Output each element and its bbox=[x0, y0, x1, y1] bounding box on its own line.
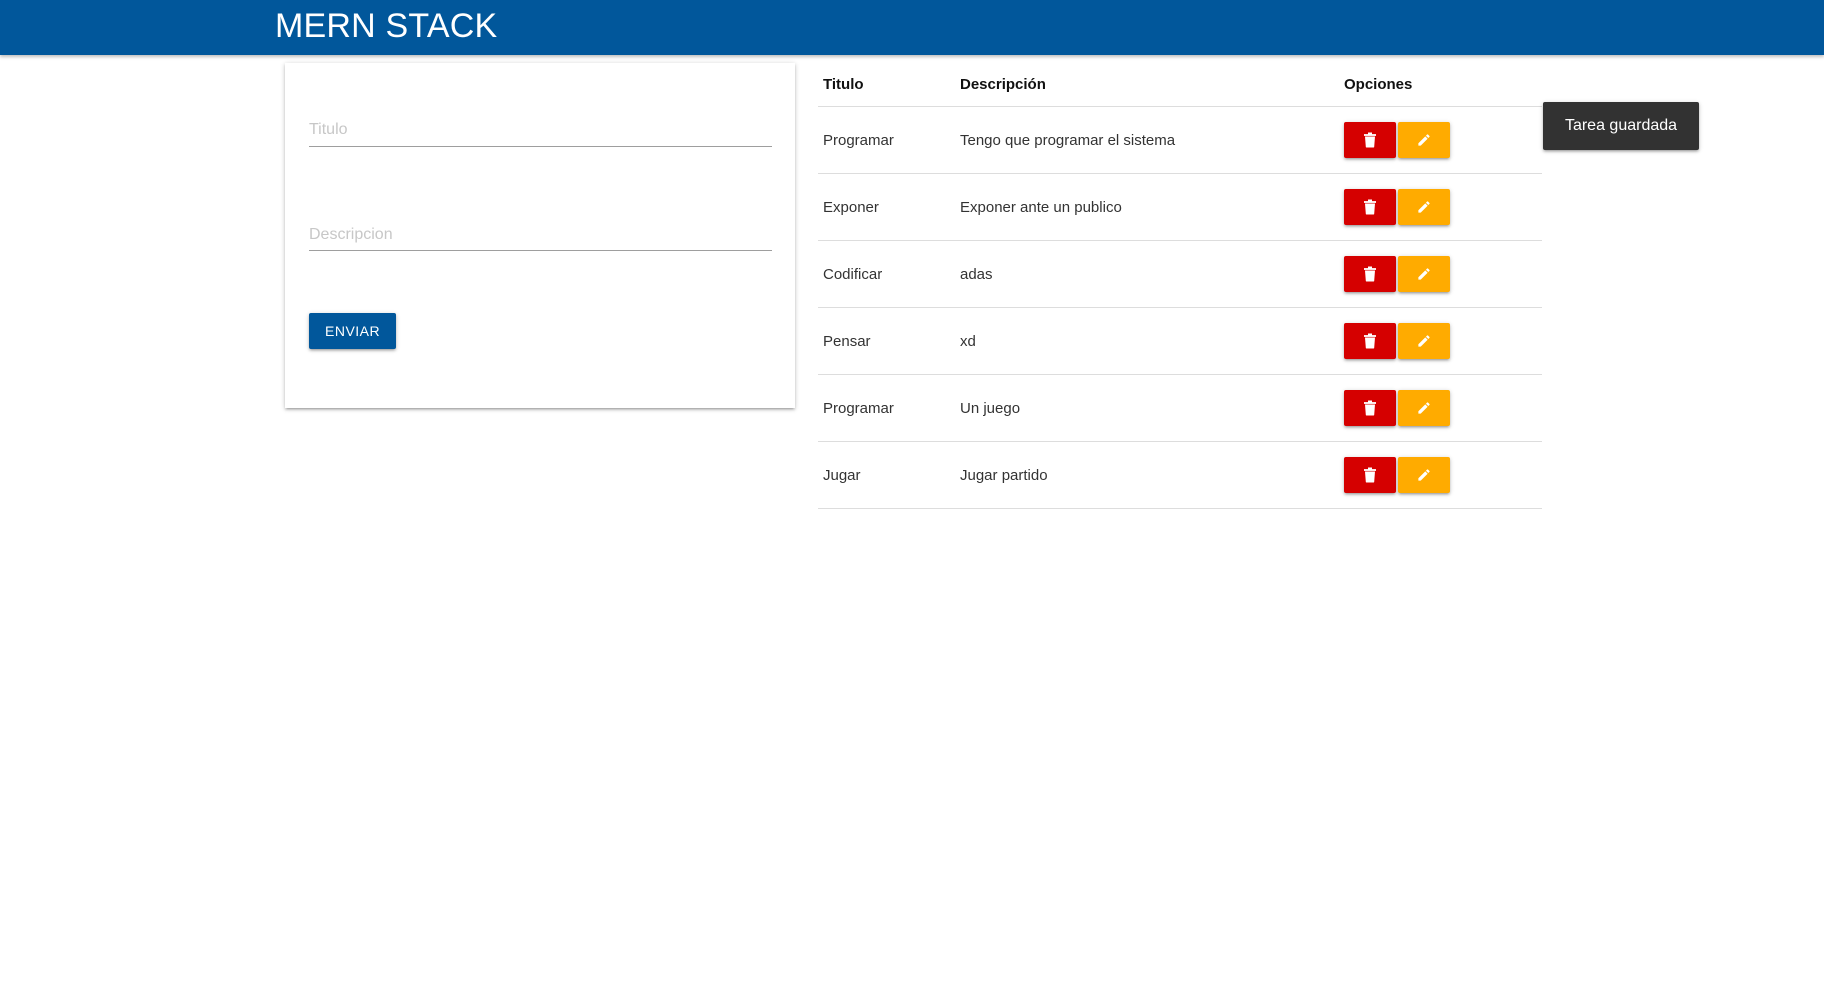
edit-button[interactable] bbox=[1398, 189, 1450, 225]
table-row: Programar Tengo que programar el sistema bbox=[818, 106, 1542, 174]
delete-button[interactable] bbox=[1344, 256, 1396, 292]
edit-button[interactable] bbox=[1398, 122, 1450, 158]
task-title-cell: Codificar bbox=[818, 240, 955, 308]
column-header-description: Descripción bbox=[955, 62, 1339, 107]
task-title-cell: Programar bbox=[818, 106, 955, 174]
table-header-row: Titulo Descripción Opciones bbox=[818, 62, 1542, 107]
navbar: MERN STACK bbox=[0, 0, 1824, 55]
delete-button[interactable] bbox=[1344, 457, 1396, 493]
task-options-cell bbox=[1339, 106, 1542, 174]
task-title-cell: Exponer bbox=[818, 173, 955, 241]
task-description-cell: Exponer ante un publico bbox=[955, 173, 1339, 241]
column-header-title: Titulo bbox=[818, 62, 955, 107]
brand-logo[interactable]: MERN STACK bbox=[275, 4, 497, 48]
tasks-table: Titulo Descripción Opciones Programar Ten… bbox=[818, 62, 1542, 509]
task-description-cell: adas bbox=[955, 240, 1339, 308]
task-description-cell: xd bbox=[955, 307, 1339, 375]
toast-notification: Tarea guardada bbox=[1543, 102, 1699, 150]
table-row: Programar Un juego bbox=[818, 374, 1542, 442]
title-input[interactable] bbox=[309, 113, 772, 147]
table-row: Exponer Exponer ante un publico bbox=[818, 173, 1542, 241]
edit-button[interactable] bbox=[1398, 390, 1450, 426]
table-row: Pensar xd bbox=[818, 307, 1542, 375]
table-row: Jugar Jugar partido bbox=[818, 441, 1542, 509]
edit-button[interactable] bbox=[1398, 256, 1450, 292]
task-title-cell: Pensar bbox=[818, 307, 955, 375]
task-description-cell: Un juego bbox=[955, 374, 1339, 442]
task-title-cell: Jugar bbox=[818, 441, 955, 509]
title-field-wrapper bbox=[309, 113, 772, 147]
delete-button[interactable] bbox=[1344, 323, 1396, 359]
task-description-cell: Jugar partido bbox=[955, 441, 1339, 509]
submit-button[interactable]: ENVIAR bbox=[309, 313, 397, 349]
description-field-wrapper bbox=[309, 215, 772, 251]
task-options-cell bbox=[1339, 374, 1542, 442]
task-options-cell bbox=[1339, 173, 1542, 241]
task-options-cell bbox=[1339, 240, 1542, 308]
task-options-cell bbox=[1339, 307, 1542, 375]
task-description-cell: Tengo que programar el sistema bbox=[955, 106, 1339, 174]
table-row: Codificar adas bbox=[818, 240, 1542, 308]
task-form-card: ENVIAR bbox=[285, 63, 795, 408]
edit-button[interactable] bbox=[1398, 323, 1450, 359]
table-body: Programar Tengo que programar el sistema E… bbox=[818, 106, 1542, 509]
description-textarea[interactable] bbox=[309, 215, 772, 251]
delete-button[interactable] bbox=[1344, 189, 1396, 225]
delete-button[interactable] bbox=[1344, 390, 1396, 426]
edit-button[interactable] bbox=[1398, 457, 1450, 493]
task-options-cell bbox=[1339, 441, 1542, 509]
task-title-cell: Programar bbox=[818, 374, 955, 442]
table-header: Titulo Descripción Opciones bbox=[818, 62, 1542, 107]
column-header-options: Opciones bbox=[1339, 62, 1542, 107]
delete-button[interactable] bbox=[1344, 122, 1396, 158]
